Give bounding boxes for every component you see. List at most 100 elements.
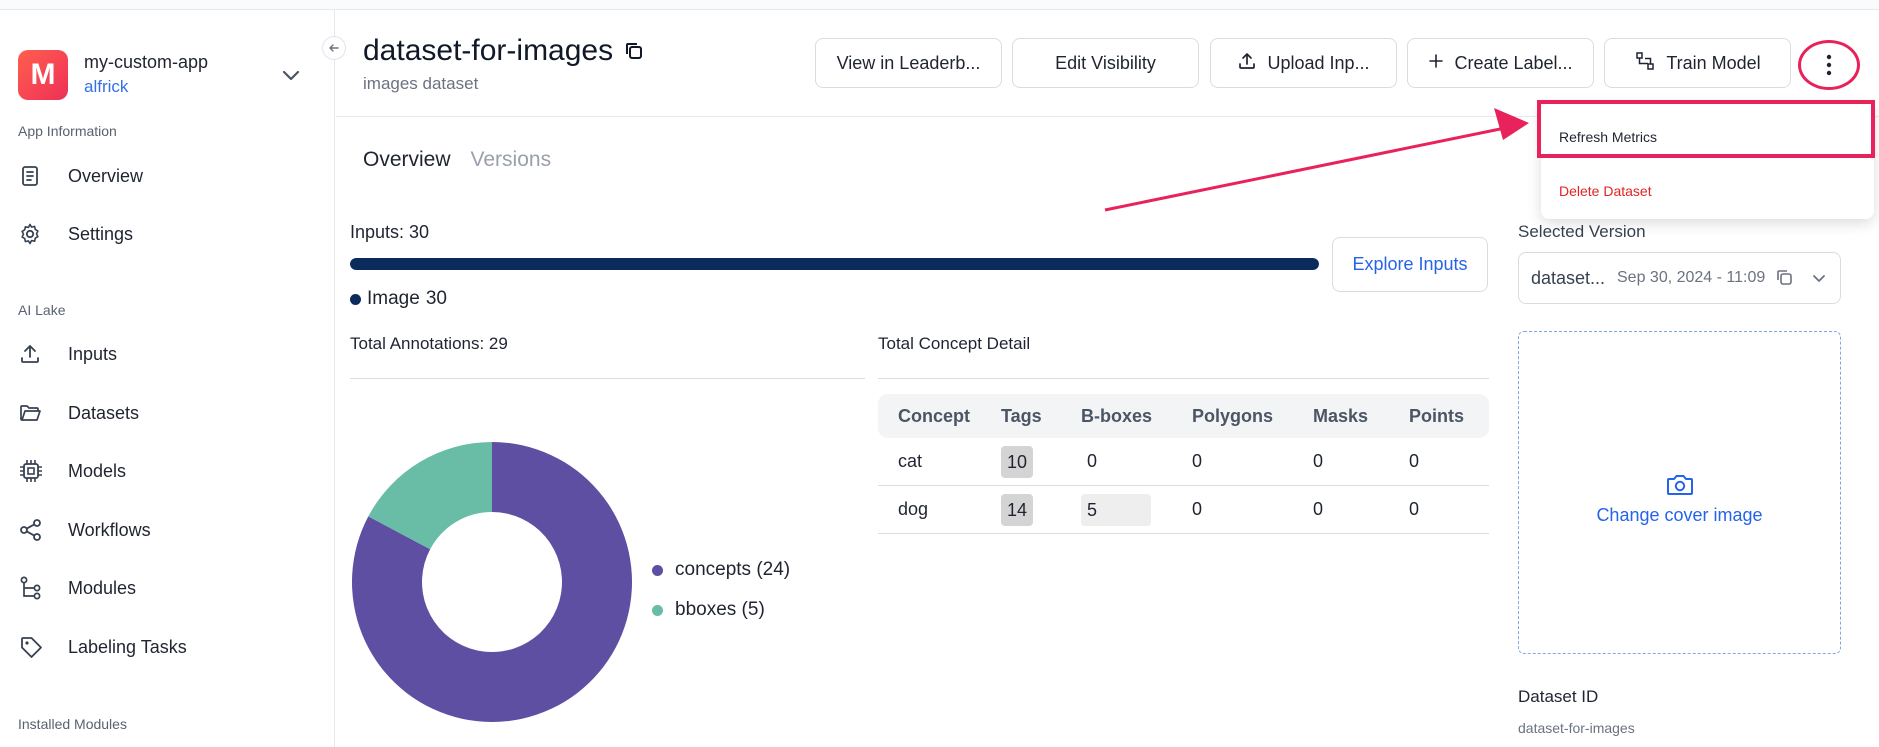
train-model-button[interactable]: Train Model (1604, 38, 1791, 88)
menu-item-delete-dataset[interactable]: Delete Dataset (1559, 183, 1652, 199)
document-icon (18, 159, 52, 193)
app-user[interactable]: alfrick (84, 77, 128, 97)
sidebar-item-labeling-tasks[interactable]: Labeling Tasks (18, 627, 318, 667)
plus-icon (1428, 53, 1444, 74)
sidebar-item-label: Settings (68, 223, 134, 244)
table-cell: 0 (1313, 451, 1324, 471)
sidebar-item-datasets[interactable]: Datasets (18, 393, 318, 433)
legend-item[interactable]: concepts (24) (652, 550, 790, 590)
table-row[interactable]: dog 14 5 0 0 0 (878, 486, 1489, 534)
table-cell: 0 (1192, 451, 1203, 471)
explore-inputs-button[interactable]: Explore Inputs (1332, 237, 1488, 292)
train-icon (1634, 50, 1656, 77)
column-header[interactable]: Polygons (1192, 406, 1313, 427)
version-date: Sep 30, 2024 - 11:09 (1617, 269, 1766, 286)
legend-dot (652, 604, 663, 616)
folder-icon (18, 396, 52, 430)
table-cell: 14 (1001, 493, 1034, 526)
chip-icon (18, 454, 52, 488)
legend-label: concepts (24) (675, 559, 791, 580)
app-avatar: M (18, 50, 68, 100)
legend-label: Image (367, 288, 420, 309)
image-legend: Image 30 (350, 288, 447, 310)
table-cell: cat (898, 451, 923, 471)
legend-dot (652, 564, 663, 576)
version-select[interactable]: dataset... Sep 30, 2024 - 11:09 (1518, 252, 1841, 304)
upload-icon (18, 337, 52, 371)
sidebar-item-label: Modules (68, 577, 137, 598)
sidebar-item-label: Inputs (68, 343, 118, 364)
column-header[interactable]: Tags (1001, 406, 1081, 427)
table-cell: 0 (1409, 451, 1420, 471)
concept-detail-title: Total Concept Detail (878, 334, 1031, 353)
sidebar: M my-custom-app alfrick App Information … (0, 10, 335, 747)
inputs-progress-bar (350, 258, 1319, 270)
chevron-down-icon[interactable] (276, 60, 306, 90)
donut-legend: concepts (24) bboxes (5) (652, 550, 790, 630)
section-app-information: App Information (18, 123, 117, 139)
divider (878, 378, 1489, 379)
table-cell: 10 (1001, 445, 1034, 478)
create-labels-button[interactable]: Create Label... (1407, 38, 1594, 88)
column-header[interactable]: B-boxes (1081, 406, 1192, 427)
highlight-box (1537, 100, 1875, 158)
chevron-down-icon[interactable] (1809, 268, 1829, 293)
sidebar-item-settings[interactable]: Settings (18, 214, 318, 254)
sidebar-item-label: Models (68, 460, 127, 481)
column-header[interactable]: Masks (1313, 406, 1409, 427)
table-cell: 5 (1081, 493, 1151, 526)
sidebar-item-label: Overview (68, 165, 144, 186)
legend-dot (350, 293, 361, 305)
dataset-id-value: dataset-for-images (1518, 720, 1635, 736)
sidebar-item-label: Workflows (68, 519, 151, 540)
cover-image-dropzone[interactable]: Change cover image (1518, 331, 1841, 654)
legend-count: 30 (425, 288, 447, 309)
inputs-count-title: Inputs: 30 (350, 222, 430, 242)
top-strip (0, 0, 1879, 10)
tree-icon (18, 571, 52, 605)
button-label: Upload Inp... (1267, 52, 1370, 73)
camera-icon (1519, 472, 1840, 503)
button-label: Edit Visibility (1055, 52, 1156, 73)
tab-versions[interactable]: Versions (471, 148, 552, 178)
sidebar-item-workflows[interactable]: Workflows (18, 510, 318, 550)
sidebar-item-inputs[interactable]: Inputs (18, 334, 318, 374)
tag-icon (18, 630, 52, 664)
copy-icon[interactable] (1775, 268, 1795, 293)
table-cell: 0 (1313, 499, 1324, 519)
tab-bar: Overview Versions (363, 148, 551, 178)
upload-icon (1237, 51, 1257, 76)
divider (350, 378, 865, 379)
total-annotations-title: Total Annotations: 29 (350, 334, 508, 353)
app-name: my-custom-app (84, 52, 209, 72)
table-cell: 0 (1087, 451, 1098, 471)
button-label: Create Label... (1454, 52, 1573, 73)
table-cell: dog (898, 499, 929, 519)
upload-inputs-button[interactable]: Upload Inp... (1210, 38, 1397, 88)
section-installed-modules: Installed Modules (18, 716, 127, 732)
more-options-button[interactable] (1798, 40, 1860, 90)
column-header[interactable]: Points (1409, 406, 1489, 427)
sidebar-item-models[interactable]: Models (18, 451, 318, 491)
copy-icon[interactable] (623, 40, 645, 67)
annotations-donut-chart (352, 442, 632, 722)
table-cell: 0 (1192, 499, 1203, 519)
sidebar-item-label: Labeling Tasks (68, 636, 187, 657)
sidebar-item-modules[interactable]: Modules (18, 568, 318, 608)
kebab-icon (1826, 54, 1832, 76)
app-switcher[interactable]: M my-custom-app alfrick (18, 50, 308, 110)
edit-visibility-button[interactable]: Edit Visibility (1012, 38, 1199, 88)
sidebar-item-label: Datasets (68, 402, 140, 423)
table-row[interactable]: cat 10 0 0 0 0 (878, 438, 1489, 486)
selected-version-label: Selected Version (1518, 222, 1646, 241)
legend-item[interactable]: bboxes (5) (652, 590, 790, 630)
sidebar-item-overview[interactable]: Overview (18, 156, 318, 196)
tab-overview[interactable]: Overview (363, 148, 451, 178)
table-header: Concept Tags B-boxes Polygons Masks Poin… (878, 394, 1489, 438)
page-title: dataset-for-images (363, 34, 614, 67)
view-in-leaderboard-button[interactable]: View in Leaderb... (815, 38, 1002, 88)
table-cell: 0 (1409, 499, 1420, 519)
change-cover-image-link[interactable]: Change cover image (1519, 505, 1840, 526)
column-header[interactable]: Concept (878, 406, 1001, 427)
section-ai-lake: AI Lake (18, 302, 66, 318)
